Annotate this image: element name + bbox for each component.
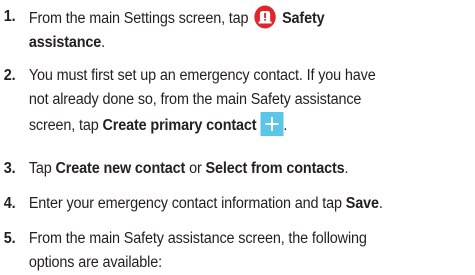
step-text: Tap xyxy=(28,160,52,177)
create-primary-contact-label: Create primary contact xyxy=(102,117,257,134)
step-3: 3. Tap Create new contact or Select from… xyxy=(0,157,442,181)
step-number: 5. xyxy=(3,230,16,247)
step-5: 5. From the main Safety assistance scree… xyxy=(0,227,442,275)
safety-alert-icon xyxy=(254,5,277,29)
step-text: or xyxy=(189,160,202,177)
step-text: . xyxy=(283,117,288,134)
step-number: 3. xyxy=(3,160,16,177)
add-contact-plus-icon xyxy=(260,112,284,136)
safety-assistance-label-cont: assistance xyxy=(28,34,102,51)
step-text: . xyxy=(344,160,349,177)
step-number: 2. xyxy=(3,67,16,84)
step-2: 2. You must first set up an emergency co… xyxy=(0,64,442,138)
step-text: screen, tap xyxy=(28,117,99,134)
step-number: 1. xyxy=(3,8,16,25)
step-text: . xyxy=(101,34,106,51)
instruction-steps: 1. From the main Settings screen, tap Sa… xyxy=(0,0,475,275)
step-text: From the main Settings screen, tap xyxy=(28,10,249,27)
step-text: From the main Safety assistance screen, … xyxy=(28,230,367,247)
safety-assistance-label: Safety xyxy=(282,10,325,27)
select-from-contacts-label: Select from contacts xyxy=(205,160,345,177)
step-number: 4. xyxy=(3,195,16,212)
save-label: Save xyxy=(345,195,379,212)
step-text: You must first set up an emergency conta… xyxy=(28,67,376,84)
step-text: options are available: xyxy=(28,254,162,271)
step-text: not already done so, from the main Safet… xyxy=(28,91,362,108)
step-text: Enter your emergency contact information… xyxy=(28,195,342,212)
create-new-contact-label: Create new contact xyxy=(55,160,186,177)
step-1: 1. From the main Settings screen, tap Sa… xyxy=(0,5,442,55)
step-text: . xyxy=(378,195,383,212)
step-4: 4. Enter your emergency contact informat… xyxy=(0,192,442,216)
